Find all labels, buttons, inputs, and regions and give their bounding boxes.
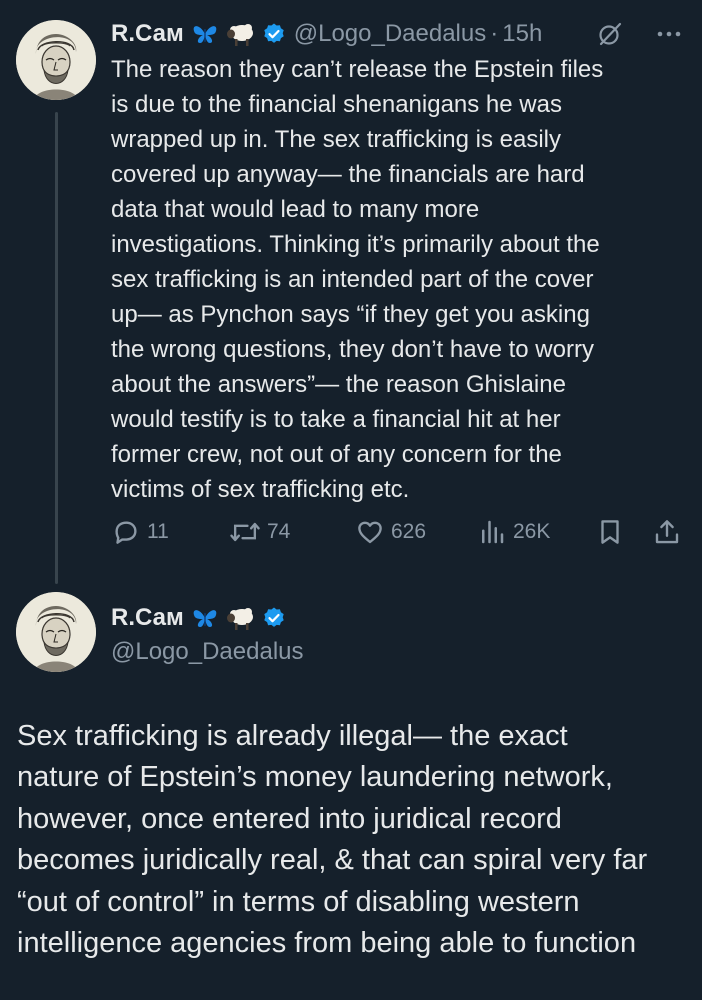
- avatar-portrait-image: [16, 20, 96, 100]
- repost-icon: [230, 522, 260, 542]
- like-icon: [358, 521, 382, 544]
- share-icon: [655, 520, 679, 544]
- reply-count: 11: [147, 520, 169, 543]
- reply-button[interactable]: 11: [111, 512, 169, 552]
- butterfly-icon: [192, 22, 218, 46]
- tweet-text: Sex trafficking is already illegal— the …: [17, 720, 648, 960]
- views-button[interactable]: 26K: [477, 512, 550, 552]
- tweet-text: The reason they can’t release the Epstei…: [111, 56, 604, 503]
- grok-icon[interactable]: [596, 20, 624, 55]
- reply-icon: [115, 521, 137, 544]
- thread-connector-line: [55, 112, 58, 584]
- repost-count: 74: [267, 520, 291, 543]
- separator-dot: ·: [490, 20, 499, 47]
- tweet-actions-bar: 11 74 626 26K: [111, 512, 686, 552]
- author-handle[interactable]: @Logo_Daedalus: [294, 20, 487, 48]
- bookmark-button[interactable]: [595, 512, 625, 552]
- tweet-header: R.Сам @Logo_Daedalus · 15h: [111, 16, 686, 52]
- butterfly-icon: [192, 606, 218, 630]
- views-icon: [482, 520, 504, 544]
- author-name[interactable]: R.Сам: [111, 20, 184, 48]
- share-button[interactable]: [652, 512, 682, 552]
- author-name[interactable]: R.Сам: [111, 604, 184, 632]
- like-count: 626: [391, 520, 427, 543]
- author-handle[interactable]: @Logo_Daedalus: [111, 638, 304, 666]
- tweet-timestamp[interactable]: 15h: [502, 20, 542, 48]
- repost-button[interactable]: 74: [229, 512, 290, 552]
- more-icon[interactable]: [656, 20, 682, 55]
- bookmark-icon: [601, 520, 619, 544]
- avatar[interactable]: [16, 20, 96, 100]
- views-count: 26K: [513, 520, 551, 543]
- verified-badge-icon[interactable]: [262, 606, 286, 630]
- verified-badge-icon[interactable]: [262, 22, 286, 46]
- like-button[interactable]: 626: [355, 512, 426, 552]
- tweet-author-block: R.Сам @Logo_Daedalus: [111, 600, 304, 666]
- avatar-portrait-image: [16, 592, 96, 672]
- sheep-icon: [226, 21, 256, 47]
- avatar[interactable]: [16, 592, 96, 672]
- sheep-icon: [226, 605, 256, 631]
